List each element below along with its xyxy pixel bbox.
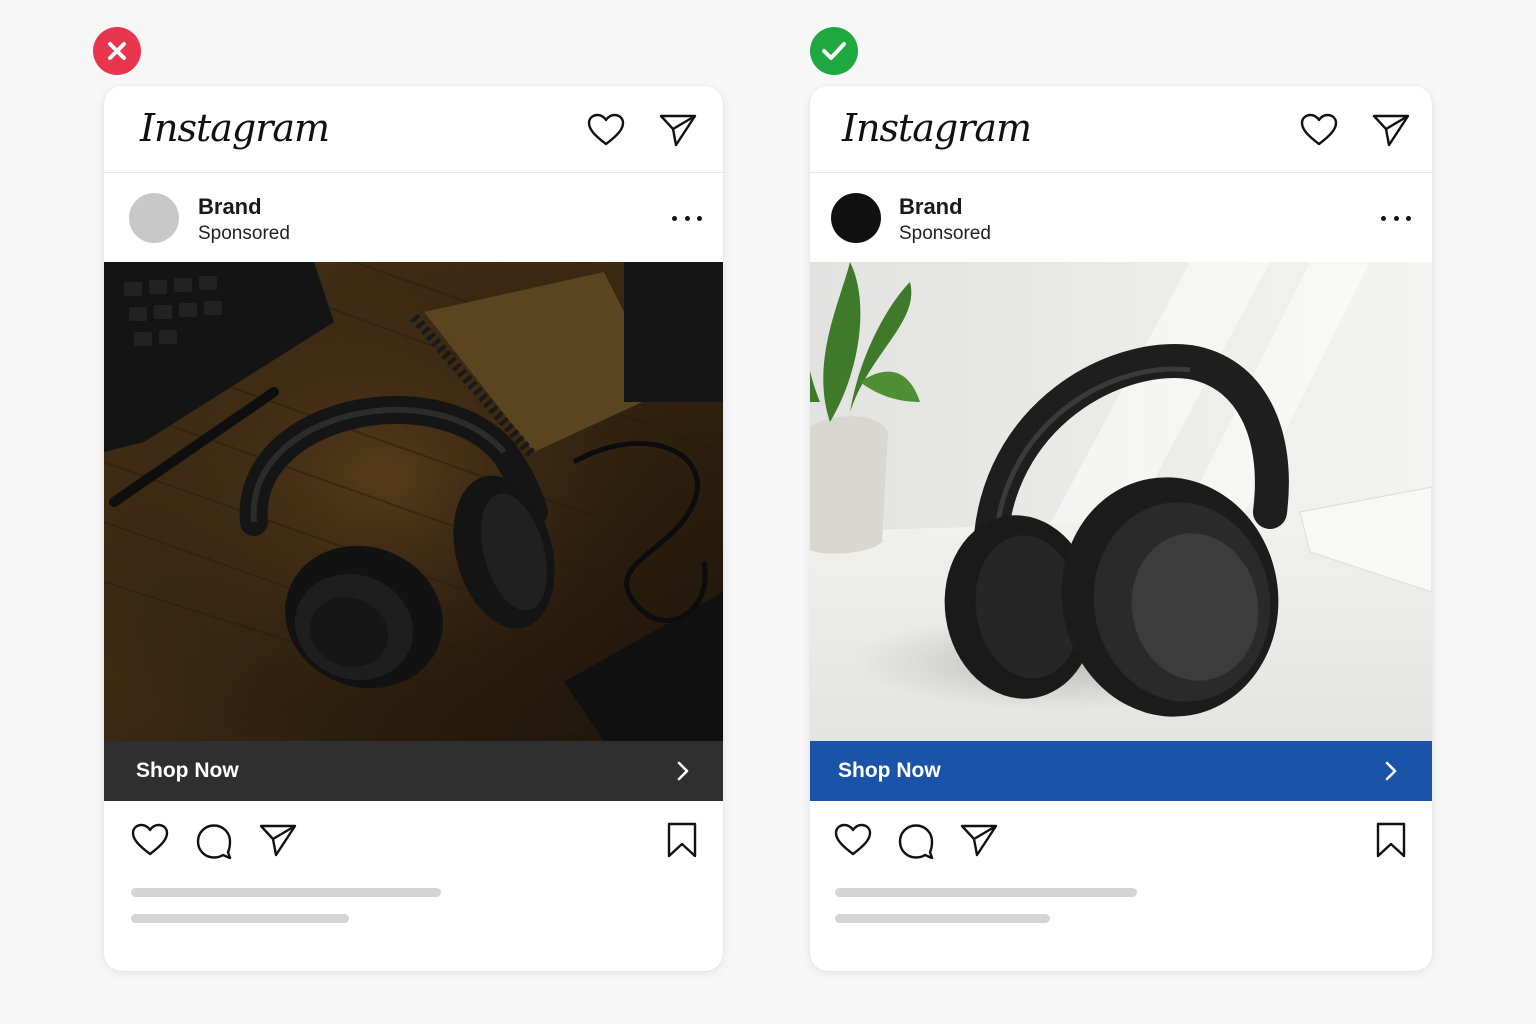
shop-now-button[interactable]: Shop Now: [810, 741, 1432, 801]
avatar[interactable]: [831, 193, 881, 243]
direct-message-icon[interactable]: [658, 112, 698, 148]
more-options-icon[interactable]: [672, 213, 702, 223]
like-icon[interactable]: [130, 822, 170, 858]
comment-icon[interactable]: [897, 822, 935, 860]
like-icon[interactable]: [833, 822, 873, 858]
post-header: Brand Sponsored: [810, 173, 1432, 261]
sponsored-label: Sponsored: [899, 223, 991, 244]
check-mark-icon: [810, 27, 858, 75]
shop-now-label: Shop Now: [838, 759, 941, 782]
instagram-ad-mockup-correct: Instagram Brand Sponsored Shop Now: [810, 86, 1432, 971]
bookmark-icon[interactable]: [667, 822, 697, 858]
ad-image-dark-desk: [104, 262, 723, 741]
direct-message-icon[interactable]: [1371, 112, 1411, 148]
x-mark-icon: [93, 27, 141, 75]
sponsored-label: Sponsored: [198, 223, 290, 244]
brand-name[interactable]: Brand: [899, 195, 963, 219]
ad-image-bright-desk: [810, 262, 1432, 741]
heart-icon[interactable]: [1299, 112, 1339, 148]
instagram-header: Instagram: [810, 86, 1432, 173]
share-icon[interactable]: [959, 822, 999, 858]
instagram-header: Instagram: [104, 86, 723, 173]
more-options-icon[interactable]: [1381, 213, 1411, 223]
share-icon[interactable]: [258, 822, 298, 858]
caption-placeholder-line: [131, 888, 441, 897]
post-header: Brand Sponsored: [104, 173, 723, 261]
instagram-logo: Instagram: [842, 106, 1032, 150]
shop-now-button[interactable]: Shop Now: [104, 741, 723, 801]
heart-icon[interactable]: [586, 112, 626, 148]
comparison-stage: Instagram Brand Sponsored Shop Now Insta…: [0, 0, 1536, 1024]
bookmark-icon[interactable]: [1376, 822, 1406, 858]
chevron-right-icon: [677, 761, 689, 781]
brand-name[interactable]: Brand: [198, 195, 262, 219]
comment-icon[interactable]: [195, 822, 233, 860]
shop-now-label: Shop Now: [136, 759, 239, 782]
caption-placeholder-line: [131, 914, 349, 923]
instagram-ad-mockup-incorrect: Instagram Brand Sponsored Shop Now: [104, 86, 723, 971]
instagram-logo: Instagram: [140, 106, 330, 150]
avatar[interactable]: [129, 193, 179, 243]
chevron-right-icon: [1385, 761, 1397, 781]
caption-placeholder-line: [835, 914, 1050, 923]
caption-placeholder-line: [835, 888, 1137, 897]
